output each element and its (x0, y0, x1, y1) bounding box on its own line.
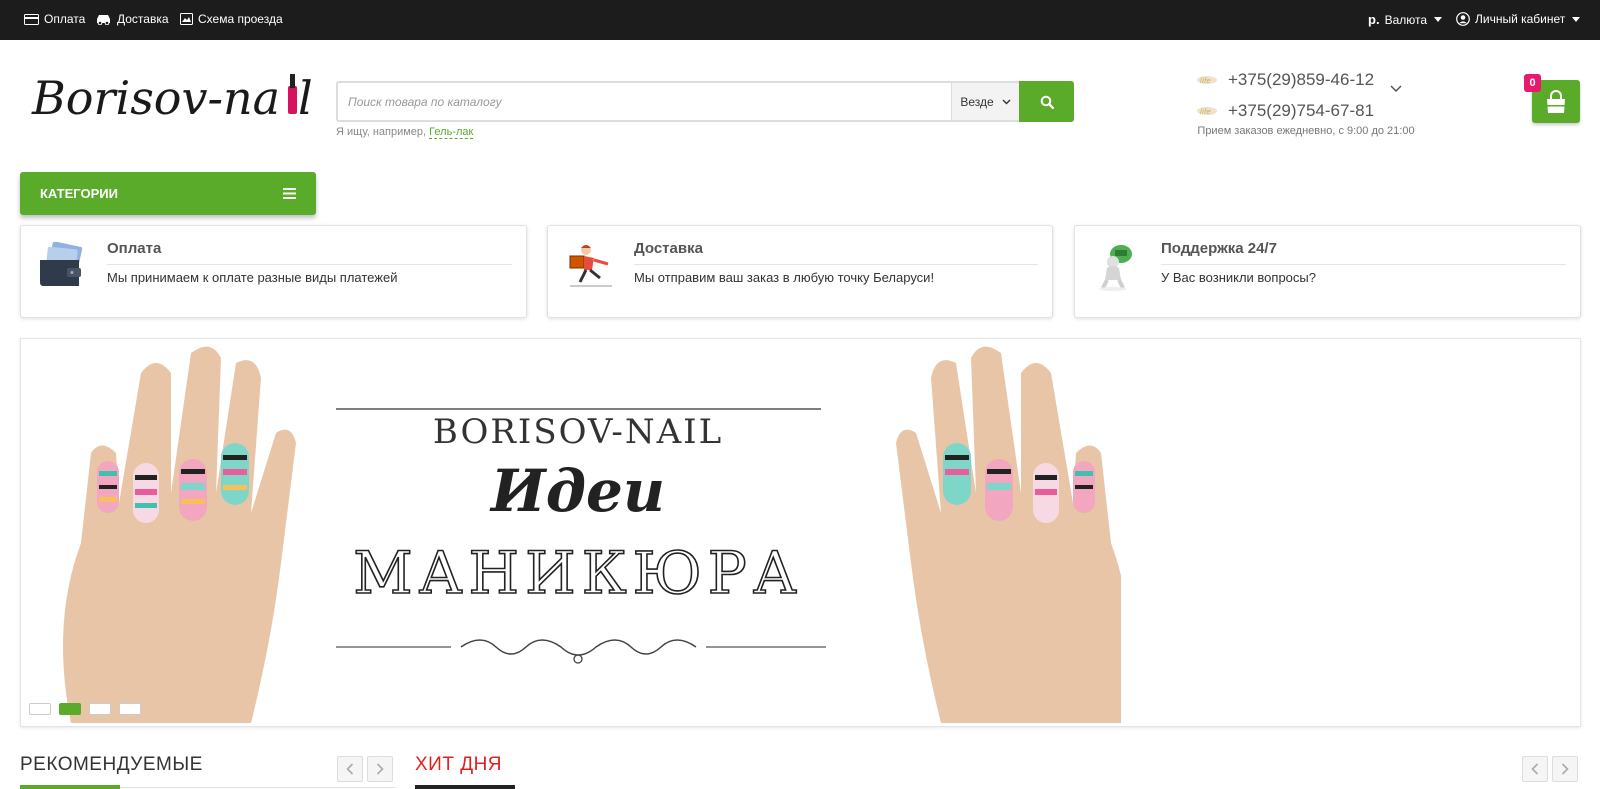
search-scope-label: Везде (960, 94, 994, 109)
prev-arrow-button[interactable] (337, 756, 363, 782)
slider-dot-active[interactable] (59, 703, 81, 715)
search-icon (1040, 95, 1054, 109)
hamburger-icon (283, 188, 296, 199)
chevron-left-icon (1531, 763, 1539, 775)
divider (634, 264, 1038, 265)
slider-dot[interactable] (89, 703, 111, 715)
feature-text: Мы принимаем к оплате разные виды платеж… (107, 270, 398, 285)
feature-text: Мы отправим ваш заказ в любую точку Бела… (634, 270, 935, 285)
operator-logo-icon: life (1197, 75, 1217, 85)
svg-text:life: life (1200, 77, 1211, 85)
phone-number[interactable]: +375(29)754-67-81 (1228, 101, 1374, 121)
topbar-map-link[interactable]: Схема проезда (180, 12, 283, 26)
feature-title: Доставка (634, 240, 703, 257)
chevron-right-icon (376, 763, 384, 775)
search-input[interactable] (338, 83, 951, 120)
search-hint-prefix: Я ищу, например, (336, 126, 427, 138)
chevron-down-icon (1572, 16, 1581, 22)
recommended-title[interactable]: РЕКОМЕНДУЕМЫЕ (20, 754, 203, 776)
banner-brand: BORISOV-NAIL (433, 412, 723, 452)
hit-nav (1522, 756, 1578, 782)
next-arrow-button[interactable] (1552, 756, 1578, 782)
slider-dots (29, 703, 141, 715)
shopping-bag-icon (1547, 89, 1565, 113)
search-hint-link[interactable]: Гель-лак (429, 126, 474, 139)
top-bar: Оплата Доставка Схема проезда р. Валюта … (0, 0, 1600, 40)
account-dropdown[interactable]: Личный кабинет (1456, 12, 1581, 26)
logo-image: Borisov-na l (31, 71, 313, 125)
chevron-down-icon (1002, 99, 1011, 104)
banner-slider[interactable]: BORISOV-NAIL Идеи МАНИКЮРА (20, 338, 1581, 727)
hit-underline (415, 785, 515, 789)
banner-image: BORISOV-NAIL Идеи МАНИКЮРА (63, 346, 1121, 723)
svg-text:Borisov-na: Borisov-na (31, 71, 280, 125)
search-bar: Везде (336, 81, 1074, 122)
phone-number[interactable]: +375(29)859-46-12 (1228, 70, 1374, 90)
phone-row: life +375(29)754-67-81 (1196, 95, 1436, 126)
recommended-nav (337, 756, 393, 782)
user-icon (1456, 12, 1470, 26)
operator-logo-icon: life (1197, 106, 1217, 116)
currency-label: Валюта (1384, 12, 1428, 27)
banner-line2: МАНИКЮРА (353, 539, 803, 607)
svg-text:life: life (1200, 108, 1211, 116)
topbar-delivery-label: Доставка (117, 12, 169, 26)
next-arrow-button[interactable] (367, 756, 393, 782)
site-logo[interactable]: Borisov-na l (30, 64, 313, 134)
chevron-down-icon (1390, 85, 1402, 93)
feature-title: Поддержка 24/7 (1161, 240, 1277, 257)
search-button[interactable] (1019, 81, 1074, 122)
map-icon (180, 13, 193, 25)
credit-card-icon (24, 13, 39, 25)
ornament-flourish (460, 639, 697, 656)
search-scope-select[interactable]: Везде (951, 83, 1019, 120)
feature-delivery[interactable]: Доставка Мы отправим ваш заказ в любую т… (547, 225, 1053, 318)
feature-support[interactable]: Поддержка 24/7 У Вас возникли вопросы? (1074, 225, 1581, 318)
categories-label: КАТЕГОРИИ (40, 186, 118, 201)
categories-menu-button[interactable]: КАТЕГОРИИ (20, 172, 316, 215)
divider (1161, 264, 1566, 265)
recommended-underline (20, 785, 120, 789)
feature-title: Оплата (107, 240, 162, 257)
car-icon (97, 15, 110, 25)
order-hours: Прием заказов ежедневно, с 9:00 до 21:00 (1197, 125, 1415, 137)
feature-payment[interactable]: Оплата Мы принимаем к оплате разные виды… (20, 225, 527, 318)
chevron-left-icon (346, 763, 354, 775)
account-label: Личный кабинет (1475, 12, 1566, 26)
right-hand-illustration (896, 346, 1121, 723)
search-hint: Я ищу, например, Гель-лак (336, 126, 474, 139)
courier-icon (569, 245, 612, 287)
banner-line1: Идеи (489, 457, 665, 525)
support-icon (1099, 245, 1132, 291)
currency-dropdown[interactable]: р. Валюта (1368, 12, 1443, 27)
recommended-divider (120, 787, 395, 788)
divider (107, 264, 512, 265)
topbar-payment-label: Оплата (44, 12, 86, 26)
cart-count-badge: 0 (1524, 74, 1541, 92)
topbar-map-label: Схема проезда (198, 12, 283, 26)
topbar-payment-link[interactable]: Оплата (24, 12, 85, 26)
chevron-down-icon (1434, 17, 1443, 22)
topbar-delivery-link[interactable]: Доставка (95, 12, 169, 26)
slider-dot[interactable] (119, 703, 141, 715)
currency-symbol: р. (1368, 12, 1380, 27)
chevron-right-icon (1561, 763, 1569, 775)
wallet-icon (40, 242, 83, 286)
prev-arrow-button[interactable] (1522, 756, 1548, 782)
left-hand-illustration (63, 346, 296, 723)
hit-of-day-title[interactable]: ХИТ ДНЯ (415, 754, 502, 776)
phones-expand-button[interactable] (1390, 80, 1402, 98)
slider-dot[interactable] (29, 703, 51, 715)
svg-text:l: l (298, 71, 313, 125)
feature-text: У Вас возникли вопросы? (1161, 270, 1316, 285)
